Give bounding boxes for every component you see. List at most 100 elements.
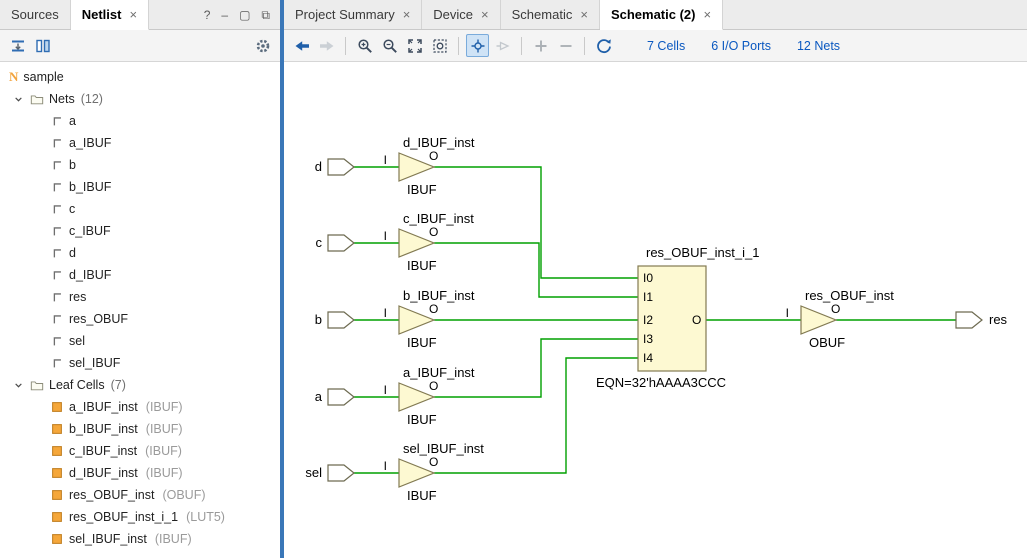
tree-item-label: res_OBUF [69,312,128,326]
tree-item-b-ibuf[interactable]: b_IBUF [0,176,280,198]
tree-item-label: res_OBUF_inst [69,488,154,502]
tree-item-label: a_IBUF [69,136,111,150]
net-icon [50,202,64,216]
tree-item-label: a [69,114,76,128]
tree-item-sel-ibuf-inst[interactable]: sel_IBUF_inst(IBUF) [0,528,280,550]
tree-item-b[interactable]: b [0,154,280,176]
chevron-down-icon[interactable] [12,379,25,392]
close-icon[interactable]: × [481,7,489,22]
schematic-canvas[interactable]: dcbaselresd_IBUF_instIBUFIOc_IBUF_instIB… [284,62,1027,558]
forward-icon[interactable] [315,34,338,57]
port-label-c: c [316,235,323,250]
nets-count[interactable]: 12 Nets [797,39,840,53]
tab-device[interactable]: Device × [422,0,500,29]
lut-pin-i1: I1 [643,290,653,304]
tree-item-sel-ibuf[interactable]: sel_IBUF [0,352,280,374]
netlist-toolbar [0,30,280,62]
cell-type-label: IBUF [407,258,437,273]
tab-project-summary[interactable]: Project Summary× [284,0,422,29]
tree-item-sel[interactable]: sel [0,330,280,352]
close-icon[interactable]: × [403,7,411,22]
minimize-icon[interactable]: – [221,9,228,21]
tree-item-a-ibuf-inst[interactable]: a_IBUF_inst(IBUF) [0,396,280,418]
tab-schematic-2[interactable]: Schematic (2) × [600,0,723,30]
port-label-b: b [315,312,322,327]
group-by-icon[interactable] [31,34,54,57]
tree-item-a[interactable]: a [0,110,280,132]
tree-item-label: sample [23,70,63,84]
tab-label: Schematic (2) [611,7,696,22]
cells-count[interactable]: 7 Cells [647,39,685,53]
tab-schematic[interactable]: Schematic × [501,0,600,29]
help-icon[interactable]: ? [204,9,211,21]
close-icon[interactable]: × [129,7,137,22]
float-icon[interactable]: ⧉ [261,9,270,21]
tree-item-d-ibuf[interactable]: d_IBUF [0,264,280,286]
autofit-icon[interactable] [466,34,489,57]
tree-item-label: d [69,246,76,260]
schematic-toolbar: 7 Cells 6 I/O Ports 12 Nets [284,30,1027,62]
io-ports-count[interactable]: 6 I/O Ports [711,39,771,53]
settings-icon[interactable] [251,34,274,57]
tree-item-leaf-cells[interactable]: Leaf Cells(7) [0,374,280,396]
zoom-fit-icon[interactable] [403,34,426,57]
output-port-res[interactable] [956,312,982,328]
toolbar-separator [521,37,522,55]
input-port-d[interactable] [328,159,354,175]
maximize-icon[interactable]: ▢ [239,9,250,21]
netlist-tree: NsampleNets(12)aa_IBUFbb_IBUFcc_IBUFdd_I… [0,62,280,558]
tree-item-label: d_IBUF [69,268,111,282]
tree-item-c-ibuf[interactable]: c_IBUF [0,220,280,242]
lut-pin-o: O [692,313,701,327]
cell-icon [50,510,64,524]
zoom-selection-icon[interactable] [428,34,451,57]
tree-item-b-ibuf-inst[interactable]: b_IBUF_inst(IBUF) [0,418,280,440]
tree-item-count: (12) [81,92,103,106]
tab-label: Schematic [512,7,573,22]
tab-sources[interactable]: Sources [0,0,71,29]
tab-netlist[interactable]: Netlist× [71,0,149,30]
tree-item-res-obuf-inst[interactable]: res_OBUF_inst(OBUF) [0,484,280,506]
expand-cone-icon[interactable] [491,34,514,57]
net-icon [50,268,64,282]
tab-label: Sources [11,7,59,22]
close-icon[interactable]: × [703,7,711,22]
tree-item-c[interactable]: c [0,198,280,220]
pin-label-o: O [429,149,438,163]
tree-item-a-ibuf[interactable]: a_IBUF [0,132,280,154]
cell-type-label: IBUF [407,488,437,503]
tree-item-nets[interactable]: Nets(12) [0,88,280,110]
lut-pin-i3: I3 [643,332,653,346]
zoom-in-icon[interactable] [353,34,376,57]
input-port-b[interactable] [328,312,354,328]
expand-collapse-icon[interactable] [6,34,29,57]
tree-item-d-ibuf-inst[interactable]: d_IBUF_inst(IBUF) [0,462,280,484]
input-port-c[interactable] [328,235,354,251]
tree-item-sample[interactable]: Nsample [0,66,280,88]
input-port-sel[interactable] [328,465,354,481]
left-tabs: Sources Netlist× [0,0,149,29]
lut-pin-i4: I4 [643,351,653,365]
add-icon[interactable] [529,34,552,57]
tree-item-c-ibuf-inst[interactable]: c_IBUF_inst(IBUF) [0,440,280,462]
tree-item-res-obuf-inst-i-1[interactable]: res_OBUF_inst_i_1(LUT5) [0,506,280,528]
net-icon [50,224,64,238]
tab-label: Device [433,7,473,22]
refresh-icon[interactable] [592,34,615,57]
close-icon[interactable]: × [580,7,588,22]
tree-item-label: c [69,202,75,216]
tree-item-res-obuf[interactable]: res_OBUF [0,308,280,330]
tree-item-d[interactable]: d [0,242,280,264]
back-icon[interactable] [290,34,313,57]
chevron-down-icon[interactable] [12,93,25,106]
tree-item-label: b [69,158,76,172]
netlist-n-icon: N [9,69,18,85]
port-label-res: res [989,312,1008,327]
folder-icon [30,92,44,106]
zoom-out-icon[interactable] [378,34,401,57]
instance-name: res_OBUF_inst [805,288,894,303]
net-icon [50,312,64,326]
tree-item-res[interactable]: res [0,286,280,308]
remove-icon[interactable] [554,34,577,57]
input-port-a[interactable] [328,389,354,405]
